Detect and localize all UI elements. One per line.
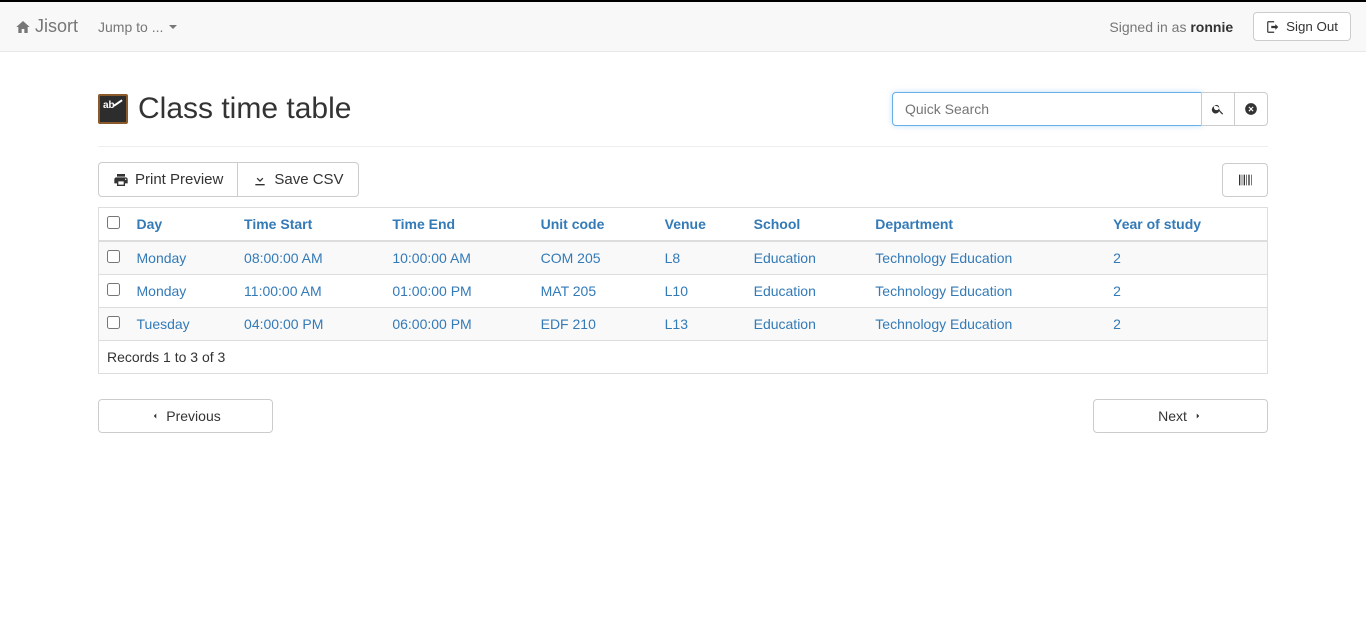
search-button[interactable] [1201,92,1235,126]
col-year[interactable]: Year of study [1113,216,1201,232]
savecsv-label: Save CSV [274,171,343,188]
cell-unit-code[interactable]: MAT 205 [541,283,597,299]
col-venue[interactable]: Venue [665,216,706,232]
signout-label: Sign Out [1286,19,1338,34]
cell-time-end[interactable]: 10:00:00 AM [392,250,471,266]
cell-time-start[interactable]: 04:00:00 PM [244,316,323,332]
row-checkbox[interactable] [107,283,120,296]
select-all-checkbox[interactable] [107,216,120,229]
search-icon [1211,102,1225,116]
cell-year[interactable]: 2 [1113,250,1121,266]
cell-school[interactable]: Education [754,283,816,299]
home-icon [15,19,31,35]
col-time-start[interactable]: Time Start [244,216,312,232]
search-input[interactable] [892,92,1202,126]
toolbar: Print Preview Save CSV [98,162,1268,197]
jump-menu[interactable]: Jump to ... [98,19,177,35]
cell-year[interactable]: 2 [1113,283,1121,299]
navbar: Jisort Jump to ... Signed in as ronnie S… [0,2,1366,52]
signout-icon [1266,20,1280,34]
next-button[interactable]: Next [1093,399,1268,433]
cell-venue[interactable]: L10 [665,283,688,299]
previous-label: Previous [166,408,220,424]
records-summary: Records 1 to 3 of 3 [99,341,1268,374]
chevron-left-icon [150,411,160,421]
download-icon [252,172,268,188]
cell-unit-code[interactable]: EDF 210 [541,316,596,332]
next-label: Next [1158,408,1187,424]
cell-time-end[interactable]: 06:00:00 PM [392,316,471,332]
cell-venue[interactable]: L8 [665,250,681,266]
cell-day[interactable]: Monday [137,250,187,266]
cell-time-start[interactable]: 08:00:00 AM [244,250,323,266]
signed-in-text: Signed in as ronnie [1109,19,1233,35]
col-unit-code[interactable]: Unit code [541,216,605,232]
brand-link[interactable]: Jisort [15,16,78,37]
table-row[interactable]: Tuesday 04:00:00 PM 06:00:00 PM EDF 210 … [99,308,1268,341]
table-row[interactable]: Monday 08:00:00 AM 10:00:00 AM COM 205 L… [99,241,1268,275]
save-csv-button[interactable]: Save CSV [237,162,358,197]
brand-text: Jisort [35,16,78,37]
cell-time-start[interactable]: 11:00:00 AM [244,283,322,299]
col-department[interactable]: Department [875,216,953,232]
barcode-icon [1237,172,1253,188]
cell-school[interactable]: Education [754,250,816,266]
table-row[interactable]: Monday 11:00:00 AM 01:00:00 PM MAT 205 L… [99,275,1268,308]
records-summary-row: Records 1 to 3 of 3 [99,341,1268,374]
col-school[interactable]: School [754,216,801,232]
pager: Previous Next [98,399,1268,433]
chalkboard-icon [98,94,128,124]
search-group [892,92,1268,126]
page-header: Class time table [98,92,1268,147]
clear-search-button[interactable] [1234,92,1268,126]
col-time-end[interactable]: Time End [392,216,455,232]
cell-time-end[interactable]: 01:00:00 PM [392,283,471,299]
col-day[interactable]: Day [137,216,163,232]
caret-down-icon [169,25,177,29]
cell-school[interactable]: Education [754,316,816,332]
cell-department[interactable]: Technology Education [875,283,1012,299]
page-title: Class time table [98,92,351,126]
cell-day[interactable]: Monday [137,283,187,299]
close-circle-icon [1244,102,1258,116]
timetable-table: Day Time Start Time End Unit code Venue … [98,207,1268,374]
print-icon [113,172,129,188]
cell-unit-code[interactable]: COM 205 [541,250,601,266]
row-checkbox[interactable] [107,250,120,263]
cell-department[interactable]: Technology Education [875,316,1012,332]
chevron-right-icon [1193,411,1203,421]
barcode-button[interactable] [1222,163,1268,197]
row-checkbox[interactable] [107,316,120,329]
previous-button[interactable]: Previous [98,399,273,433]
cell-department[interactable]: Technology Education [875,250,1012,266]
cell-day[interactable]: Tuesday [137,316,190,332]
cell-year[interactable]: 2 [1113,316,1121,332]
print-preview-button[interactable]: Print Preview [98,162,238,197]
jump-label: Jump to ... [98,19,163,35]
cell-venue[interactable]: L13 [665,316,688,332]
signout-button[interactable]: Sign Out [1253,12,1351,41]
print-label: Print Preview [135,171,223,188]
